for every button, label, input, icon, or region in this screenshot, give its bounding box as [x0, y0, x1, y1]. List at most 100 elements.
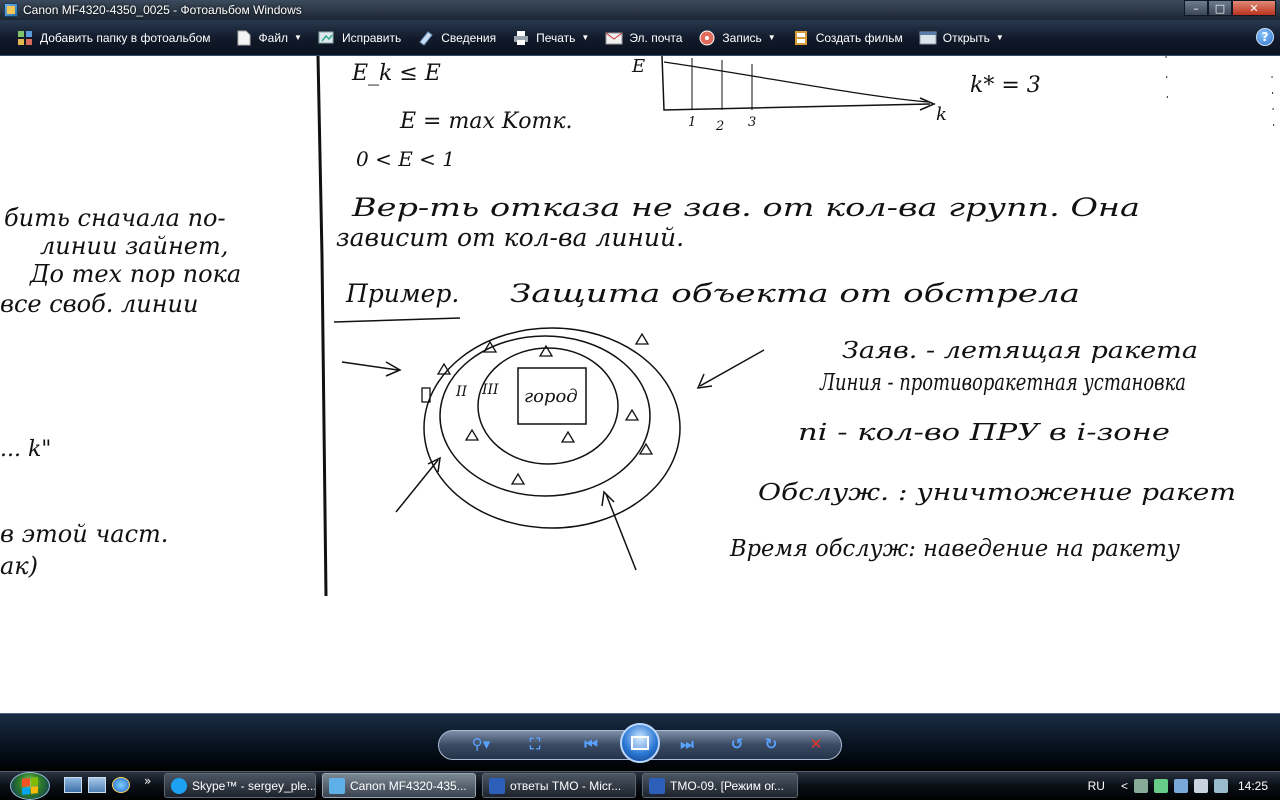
task-word-answers[interactable]: ответы ТМО - Micr... [482, 773, 636, 798]
task-photo-gallery-label: Canon MF4320-435... [350, 778, 467, 793]
graph-tick-2: 2 [715, 119, 724, 134]
probability-line-1: Вер-ть отказа не зав. от кол-ва групп. О… [351, 193, 1140, 222]
close-button[interactable]: ✕ [1232, 0, 1276, 16]
printer-icon [512, 30, 530, 46]
left-line-1: бить сначала по- [4, 204, 226, 232]
windows-logo-icon [22, 777, 38, 795]
internet-explorer-icon[interactable] [112, 777, 130, 793]
make-movie-label: Создать фильм [815, 30, 903, 45]
task-word-tmo[interactable]: ТМО-09. [Режим ог... [642, 773, 798, 798]
chevron-down-icon: ▼ [767, 33, 776, 42]
zone-label-iii: III [481, 382, 499, 398]
network-icon[interactable] [1133, 778, 1148, 793]
delete-button[interactable]: ✕ [803, 732, 829, 756]
slideshow-button[interactable] [620, 723, 660, 763]
window-title: Canon MF4320-4350_0025 - Фотоальбом Wind… [23, 3, 302, 17]
left-line-4: все своб. линии [0, 290, 198, 318]
task-skype-label: Skype™ - sergey_ple... [192, 778, 316, 793]
next-button[interactable]: ⏭ [674, 732, 700, 756]
quicklaunch-more-button[interactable]: » [144, 774, 151, 788]
slideshow-icon [631, 736, 649, 750]
left-line-6: в этой част. [0, 520, 168, 548]
word-icon [649, 777, 665, 794]
left-line-2: линии зайнет, [40, 232, 228, 260]
info-icon [417, 30, 435, 46]
task-word-answers-label: ответы ТМО - Micr... [510, 778, 622, 793]
print-menu-button[interactable]: Печать ▼ [504, 25, 597, 51]
example-heading: Защита объекта от обстрела [510, 279, 1080, 308]
safe-remove-icon[interactable] [1213, 778, 1228, 793]
handwritten-note-photo: бить сначала по- линии зайнет, До тех по… [0, 56, 1275, 597]
task-photo-gallery[interactable]: Canon MF4320-435... [322, 773, 476, 798]
help-button[interactable]: ? [1256, 28, 1274, 46]
chevron-down-icon: ▼ [581, 33, 590, 42]
info-button[interactable]: Сведения [409, 25, 504, 51]
make-movie-button[interactable]: Создать фильм [784, 25, 911, 51]
fix-button[interactable]: Исправить [310, 25, 409, 51]
chevron-down-icon: ▼ [995, 33, 1004, 42]
left-line-7: ак) [0, 552, 38, 580]
city-label: город [524, 386, 578, 407]
previous-icon: ⏮ [584, 735, 598, 753]
word-icon [489, 777, 505, 794]
email-icon [605, 30, 623, 46]
graph-axis-k: k [936, 104, 947, 125]
add-folder-button[interactable]: Добавить папку в фотоальбом [8, 25, 219, 51]
tray-expand-button[interactable]: < [1121, 779, 1128, 793]
start-button[interactable] [10, 772, 50, 800]
system-tray: RU < 14:25 [1088, 771, 1280, 800]
film-icon [792, 30, 810, 46]
zoom-button[interactable]: ⚲▾ [464, 732, 498, 756]
photo-gallery-window: Canon MF4320-4350_0025 - Фотоальбом Wind… [0, 0, 1280, 800]
info-label: Сведения [441, 30, 497, 45]
rotate-left-button[interactable]: ↺ [724, 732, 750, 756]
open-menu-label: Открыть [942, 30, 990, 45]
rotate-right-button[interactable]: ↻ [758, 732, 784, 756]
photo-gallery-app-icon[interactable] [4, 3, 18, 17]
formula-max: E = max Kотк. [399, 109, 573, 134]
volume-icon[interactable] [1193, 778, 1208, 793]
fit-icon: ⛶ [529, 735, 541, 753]
formula-ek: E_k ≤ E [351, 61, 441, 86]
graph-tick-3: 3 [748, 115, 756, 130]
burn-menu-button[interactable]: Запись ▼ [690, 25, 783, 51]
maximize-button[interactable]: □ [1208, 0, 1232, 16]
chevron-down-icon: ▼ [294, 33, 302, 42]
file-menu-button[interactable]: Файл ▼ [227, 25, 310, 51]
zoom-icon: ⚲▾ [471, 735, 491, 753]
photo-gallery-icon [329, 777, 345, 794]
clock[interactable]: 14:25 [1238, 779, 1268, 793]
next-icon: ⏭ [680, 735, 694, 753]
fix-label: Исправить [341, 30, 402, 45]
task-skype[interactable]: Skype™ - sergey_ple... [164, 773, 316, 798]
previous-button[interactable]: ⏮ [578, 732, 604, 756]
battery-icon[interactable] [1153, 778, 1168, 793]
burn-menu-label: Запись [722, 30, 762, 45]
show-desktop-icon[interactable] [64, 777, 82, 793]
switch-windows-icon[interactable] [88, 777, 106, 793]
language-indicator[interactable]: RU [1088, 779, 1105, 793]
example-word: Пример. [345, 279, 459, 308]
add-folder-icon [16, 30, 34, 46]
skype-icon [171, 777, 187, 794]
connection-icon[interactable] [1173, 778, 1188, 793]
minimize-button[interactable]: – [1184, 0, 1208, 16]
open-menu-button[interactable]: Открыть ▼ [911, 25, 1012, 51]
add-folder-label: Добавить папку в фотоальбом [40, 30, 211, 45]
fit-button[interactable]: ⛶ [522, 732, 548, 756]
photo-view[interactable]: бить сначала по- линии зайнет, До тех по… [0, 56, 1280, 713]
formula-kstar: k* = 3 [970, 73, 1041, 98]
left-line-3: До тех пор пока [29, 260, 241, 288]
email-button[interactable]: Эл. почта [597, 25, 690, 51]
note-service: Обслуж. : уничтожение ракет [758, 480, 1236, 506]
email-label: Эл. почта [629, 30, 683, 45]
title-bar[interactable]: Canon MF4320-4350_0025 - Фотоальбом Wind… [0, 0, 1280, 20]
note-line: Линия - противоракетная установка [819, 370, 1186, 396]
note-count: ni - кол-во ПРУ в i-зоне [798, 420, 1170, 446]
probability-line-2: зависит от кол-ва линий. [336, 223, 684, 252]
note-missile: Заяв. - летящая ракета [842, 338, 1198, 364]
left-line-5: ... k" [0, 437, 51, 462]
zone-label-ii: II [455, 384, 468, 400]
command-toolbar: Добавить папку в фотоальбом Файл ▼ Испра… [0, 20, 1280, 56]
delete-icon: ✕ [809, 735, 823, 753]
